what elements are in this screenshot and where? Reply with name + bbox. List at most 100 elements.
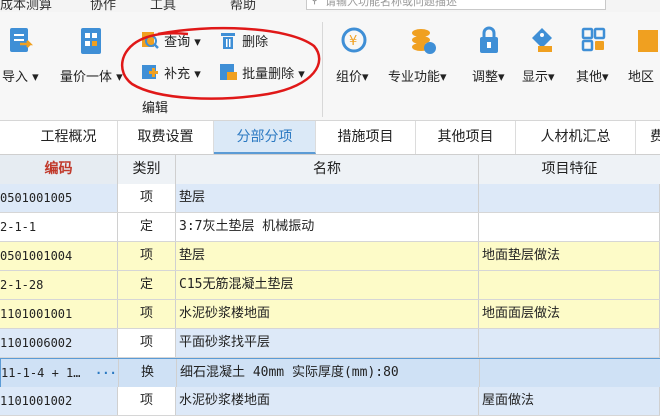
display-button[interactable]: 显示▾ (520, 12, 564, 92)
column-header-code[interactable]: 编码 (0, 155, 118, 184)
row-type: 定 (118, 213, 176, 241)
table-row[interactable]: 1101001002 项 水泥砂浆楼地面 屋面做法 (0, 387, 660, 416)
row-name: 3:7灰土垫层 机械振动 (176, 213, 479, 241)
professional-functions-button[interactable]: 专业功能▾ (386, 12, 460, 92)
batch-delete-icon (220, 64, 237, 80)
adjust-button[interactable]: 调整▾ (468, 12, 512, 92)
row-name: 垫层 (176, 184, 479, 212)
ribbon-separator (322, 22, 323, 117)
import-icon (10, 28, 34, 52)
supplement-button[interactable]: 补充 ▾ (140, 62, 201, 82)
table-row[interactable]: 2-1-28 定 C15无筋混凝土垫层 (0, 271, 660, 300)
row-type: 项 (118, 184, 176, 212)
tab-labor-materials-summary[interactable]: 人材机汇总 (516, 121, 636, 154)
menu-cost-estimate[interactable]: 成本测算 (0, 0, 52, 12)
query-button[interactable]: 查询 ▾ (140, 30, 201, 50)
menu-tools[interactable]: 工具 (150, 0, 176, 12)
query-label: 查询 (164, 35, 191, 50)
query-icon (142, 32, 159, 49)
row-type: 项 (118, 387, 176, 415)
tab-other-items[interactable]: 其他项目 (416, 121, 516, 154)
row-name: 平面砂浆找平层 (176, 329, 479, 357)
row-code: 11-1-4 + 1… ··· (1, 359, 119, 387)
tab-measures[interactable]: 措施项目 (316, 121, 416, 154)
row-feature: 屋面做法 (479, 387, 660, 415)
delete-label: 删除 (242, 35, 269, 50)
menu-help[interactable]: 帮助 (230, 0, 256, 12)
tab-fee-truncated[interactable]: 费 (636, 121, 660, 154)
tab-sub-items[interactable]: 分部分项 (214, 121, 316, 154)
row-code-text: 11-1-4 + 1… (1, 366, 81, 380)
table-row[interactable]: 2-1-1 定 3:7灰土垫层 机械振动 (0, 213, 660, 242)
import-button[interactable]: 导入 ▾ (0, 12, 48, 92)
table-row[interactable]: 0501001005 项 垫层 (0, 184, 660, 213)
region-button[interactable]: 地区 (624, 12, 660, 92)
table-row-selected[interactable]: 11-1-4 + 1… ··· 换 细石混凝土 40mm 实际厚度(mm):80 (0, 358, 660, 387)
search-icon: ⚲ (311, 0, 319, 6)
other-button[interactable]: 其他▾ (572, 12, 616, 92)
column-header-feature[interactable]: 项目特征 (479, 155, 660, 184)
grid-icon (581, 27, 606, 52)
row-type: 换 (119, 359, 177, 387)
lock-icon (480, 26, 498, 53)
tab-fee-settings[interactable]: 取费设置 (118, 121, 214, 154)
table-row[interactable]: 1101001001 项 水泥砂浆楼地面 地面面层做法 (0, 300, 660, 329)
price-group-label: 组价 (336, 70, 363, 85)
trash-icon (221, 33, 235, 49)
tab-bar: 工程概况 取费设置 分部分项 措施项目 其他项目 人材机汇总 费 (0, 121, 660, 155)
function-search-input[interactable]: ⚲ 请输入功能名称或问题描述 (306, 0, 606, 10)
ribbon-toolbar: 导入 ▾ 量价一体 ▾ 查询 ▾ 删除 补充 ▾ 批量删除 ▾ 编辑 ¥ 组价▾… (0, 12, 660, 121)
row-type: 项 (118, 300, 176, 328)
tag-icon (532, 28, 552, 52)
row-feature (479, 271, 660, 299)
row-code: 1101001001 (0, 300, 118, 328)
delete-button[interactable]: 删除 (218, 30, 268, 50)
supplement-label: 补充 (164, 67, 191, 82)
price-integrate-label: 量价一体 (60, 70, 113, 85)
price-group-icon: ¥ (341, 27, 367, 53)
row-code: 0501001004 (0, 242, 118, 270)
other-label: 其他 (576, 70, 603, 85)
edit-group-label: 编辑 (142, 101, 169, 116)
row-name: 水泥砂浆楼地面 (176, 387, 479, 415)
table-header: 编码 类别 名称 项目特征 (0, 155, 660, 185)
row-feature (479, 329, 660, 357)
row-code: 2-1-28 (0, 271, 118, 299)
row-type: 项 (118, 329, 176, 357)
batch-delete-button[interactable]: 批量删除 ▾ (218, 62, 305, 82)
row-feature: 地面面层做法 (479, 300, 660, 328)
price-group-button[interactable]: ¥ 组价▾ (334, 12, 378, 92)
row-name: 垫层 (176, 242, 479, 270)
coins-icon (412, 29, 436, 54)
menubar: 成本测算 协作 工具 帮助 ⚲ 请输入功能名称或问题描述 (0, 0, 660, 12)
row-name: C15无筋混凝土垫层 (176, 271, 479, 299)
batch-delete-label: 批量删除 (242, 67, 295, 82)
display-label: 显示 (522, 70, 549, 85)
row-feature (480, 359, 660, 387)
import-label: 导入 (2, 70, 29, 85)
row-feature (479, 213, 660, 241)
row-code: 0501001005 (0, 184, 118, 212)
row-type: 项 (118, 242, 176, 270)
row-feature: 地面垫层做法 (479, 242, 660, 270)
row-type: 定 (118, 271, 176, 299)
row-code: 1101006002 (0, 329, 118, 357)
table-row[interactable]: 1101006002 项 平面砂浆找平层 (0, 329, 660, 358)
region-label: 地区 (628, 70, 655, 85)
price-integrate-button[interactable]: 量价一体 ▾ (56, 12, 126, 92)
tab-project-overview[interactable]: 工程概况 (0, 121, 118, 154)
professional-label: 专业功能 (388, 70, 441, 85)
table-row[interactable]: 0501001004 项 垫层 地面垫层做法 (0, 242, 660, 271)
column-header-type[interactable]: 类别 (118, 155, 176, 184)
menu-collaborate[interactable]: 协作 (90, 0, 116, 12)
row-code: 1101001002 (0, 387, 118, 415)
adjust-label: 调整 (472, 70, 499, 85)
price-integrate-icon (81, 28, 101, 54)
svg-text:¥: ¥ (349, 34, 357, 49)
search-placeholder: 请输入功能名称或问题描述 (325, 0, 457, 8)
more-options-button[interactable]: ··· (95, 359, 117, 387)
row-code: 2-1-1 (0, 213, 118, 241)
row-name: 水泥砂浆楼地面 (176, 300, 479, 328)
supplement-icon (142, 65, 158, 79)
column-header-name[interactable]: 名称 (176, 155, 479, 184)
